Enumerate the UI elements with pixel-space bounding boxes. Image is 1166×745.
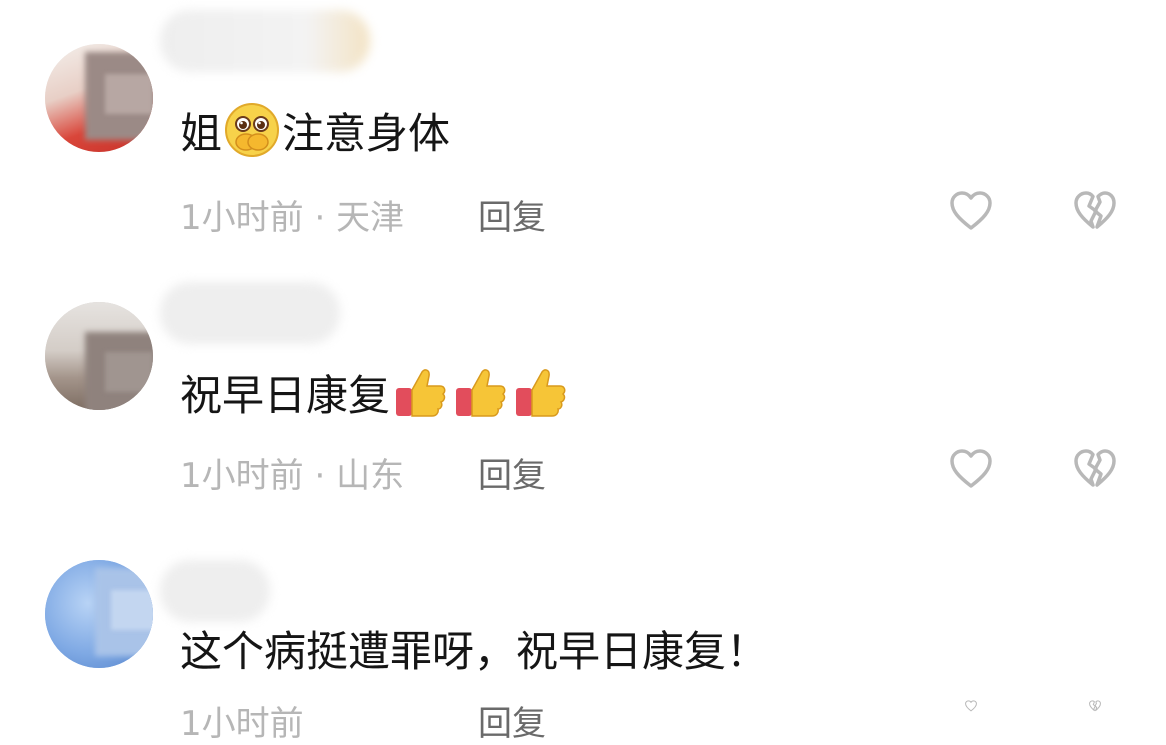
thumbs-up-emoji — [396, 369, 446, 417]
comment-meta: 1小时前 · 天津 — [180, 190, 404, 239]
comment-text-part: 祝早日康复 — [180, 370, 391, 420]
avatar[interactable] — [45, 302, 153, 410]
heart-outline-icon[interactable] — [948, 448, 994, 490]
username-blurred[interactable] — [160, 560, 270, 622]
broken-heart-icon[interactable] — [1072, 190, 1118, 232]
reply-button[interactable]: 回复 — [478, 190, 546, 239]
avatar[interactable] — [45, 560, 153, 668]
comment-meta: 1小时前 — [180, 696, 304, 745]
comment-location: 山东 — [336, 456, 405, 496]
comment-text-part: 这个病挺遭罪呀，祝早日康复！ — [180, 626, 769, 676]
hands-over-mouth-emoji — [225, 103, 280, 157]
comment-text: 姐 注意身体 — [180, 100, 450, 160]
comment-time: 1小时前 — [180, 704, 304, 744]
thumbs-up-emoji — [456, 369, 506, 417]
comment-time: 1小时前 — [180, 198, 304, 238]
username-blurred[interactable] — [160, 10, 370, 72]
avatar[interactable] — [45, 44, 153, 152]
thumbs-up-emoji — [516, 369, 566, 417]
broken-heart-icon[interactable] — [1072, 700, 1118, 712]
reply-button[interactable]: 回复 — [478, 696, 546, 745]
comment-time: 1小时前 — [180, 456, 304, 496]
reply-button[interactable]: 回复 — [478, 448, 546, 497]
comment-text-part: 注意身体 — [282, 108, 451, 158]
comment-text: 这个病挺遭罪呀，祝早日康复！ — [180, 618, 768, 678]
heart-outline-icon[interactable] — [948, 700, 994, 712]
comment-text: 祝早日康复 — [180, 362, 570, 422]
heart-outline-icon[interactable] — [948, 190, 994, 232]
meta-separator: · — [314, 456, 326, 496]
comment-location: 天津 — [336, 198, 405, 238]
comment-meta: 1小时前 · 山东 — [180, 448, 404, 497]
broken-heart-icon[interactable] — [1072, 448, 1118, 490]
username-blurred[interactable] — [160, 282, 340, 344]
meta-separator: · — [314, 198, 326, 238]
comment-text-part: 姐 — [180, 108, 223, 158]
